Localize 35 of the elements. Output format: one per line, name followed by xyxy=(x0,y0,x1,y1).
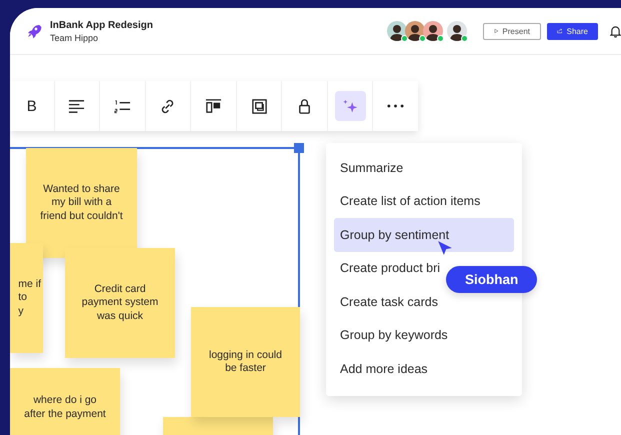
avatar[interactable] xyxy=(423,21,443,41)
frame-icon xyxy=(250,98,268,114)
menu-item[interactable]: Create list of action items xyxy=(334,184,486,218)
layout-icon xyxy=(205,98,222,114)
present-button[interactable]: Present xyxy=(483,22,541,40)
sparkle-icon xyxy=(342,98,359,114)
more-icon xyxy=(387,104,404,108)
menu-item[interactable]: Create product bri xyxy=(334,252,446,285)
sticky-note[interactable]: logging in could be faster xyxy=(191,307,300,417)
cursor-name-tag: Siobhan xyxy=(446,266,538,293)
avatar[interactable] xyxy=(387,21,407,41)
avatar[interactable] xyxy=(447,21,467,41)
avatar[interactable] xyxy=(405,21,425,41)
play-icon xyxy=(494,27,498,35)
sticky-note[interactable]: where do i go after the payment xyxy=(10,368,120,435)
cursor-arrow-icon xyxy=(437,240,453,256)
ai-tool-button[interactable] xyxy=(334,91,366,121)
sticky-note[interactable]: Credit card payment system was quick xyxy=(65,248,175,358)
sticky-note[interactable]: me if to y xyxy=(10,243,43,353)
notification-bell-icon[interactable] xyxy=(610,24,621,38)
menu-item[interactable]: Group by keywords xyxy=(334,318,454,352)
rocket-icon xyxy=(26,23,42,39)
numbered-list-icon xyxy=(114,98,131,114)
sticky-note[interactable]: Wanted to share my bill with a friend but couldn't xyxy=(26,148,137,258)
menu-item[interactable]: Summarize xyxy=(334,151,410,184)
menu-item[interactable]: Create task cards xyxy=(334,285,444,318)
resize-handle[interactable] xyxy=(294,143,304,153)
team-name: Team Hippo xyxy=(50,32,100,42)
menu-item[interactable]: Add more ideas xyxy=(334,352,434,386)
menu-item[interactable]: Group by sentiment xyxy=(334,218,514,252)
share-button[interactable]: Share xyxy=(547,22,598,40)
project-title: InBank App Redesign xyxy=(50,20,153,30)
bold-button[interactable]: B xyxy=(16,91,48,121)
align-left-icon xyxy=(68,98,86,114)
share-icon xyxy=(557,27,563,35)
